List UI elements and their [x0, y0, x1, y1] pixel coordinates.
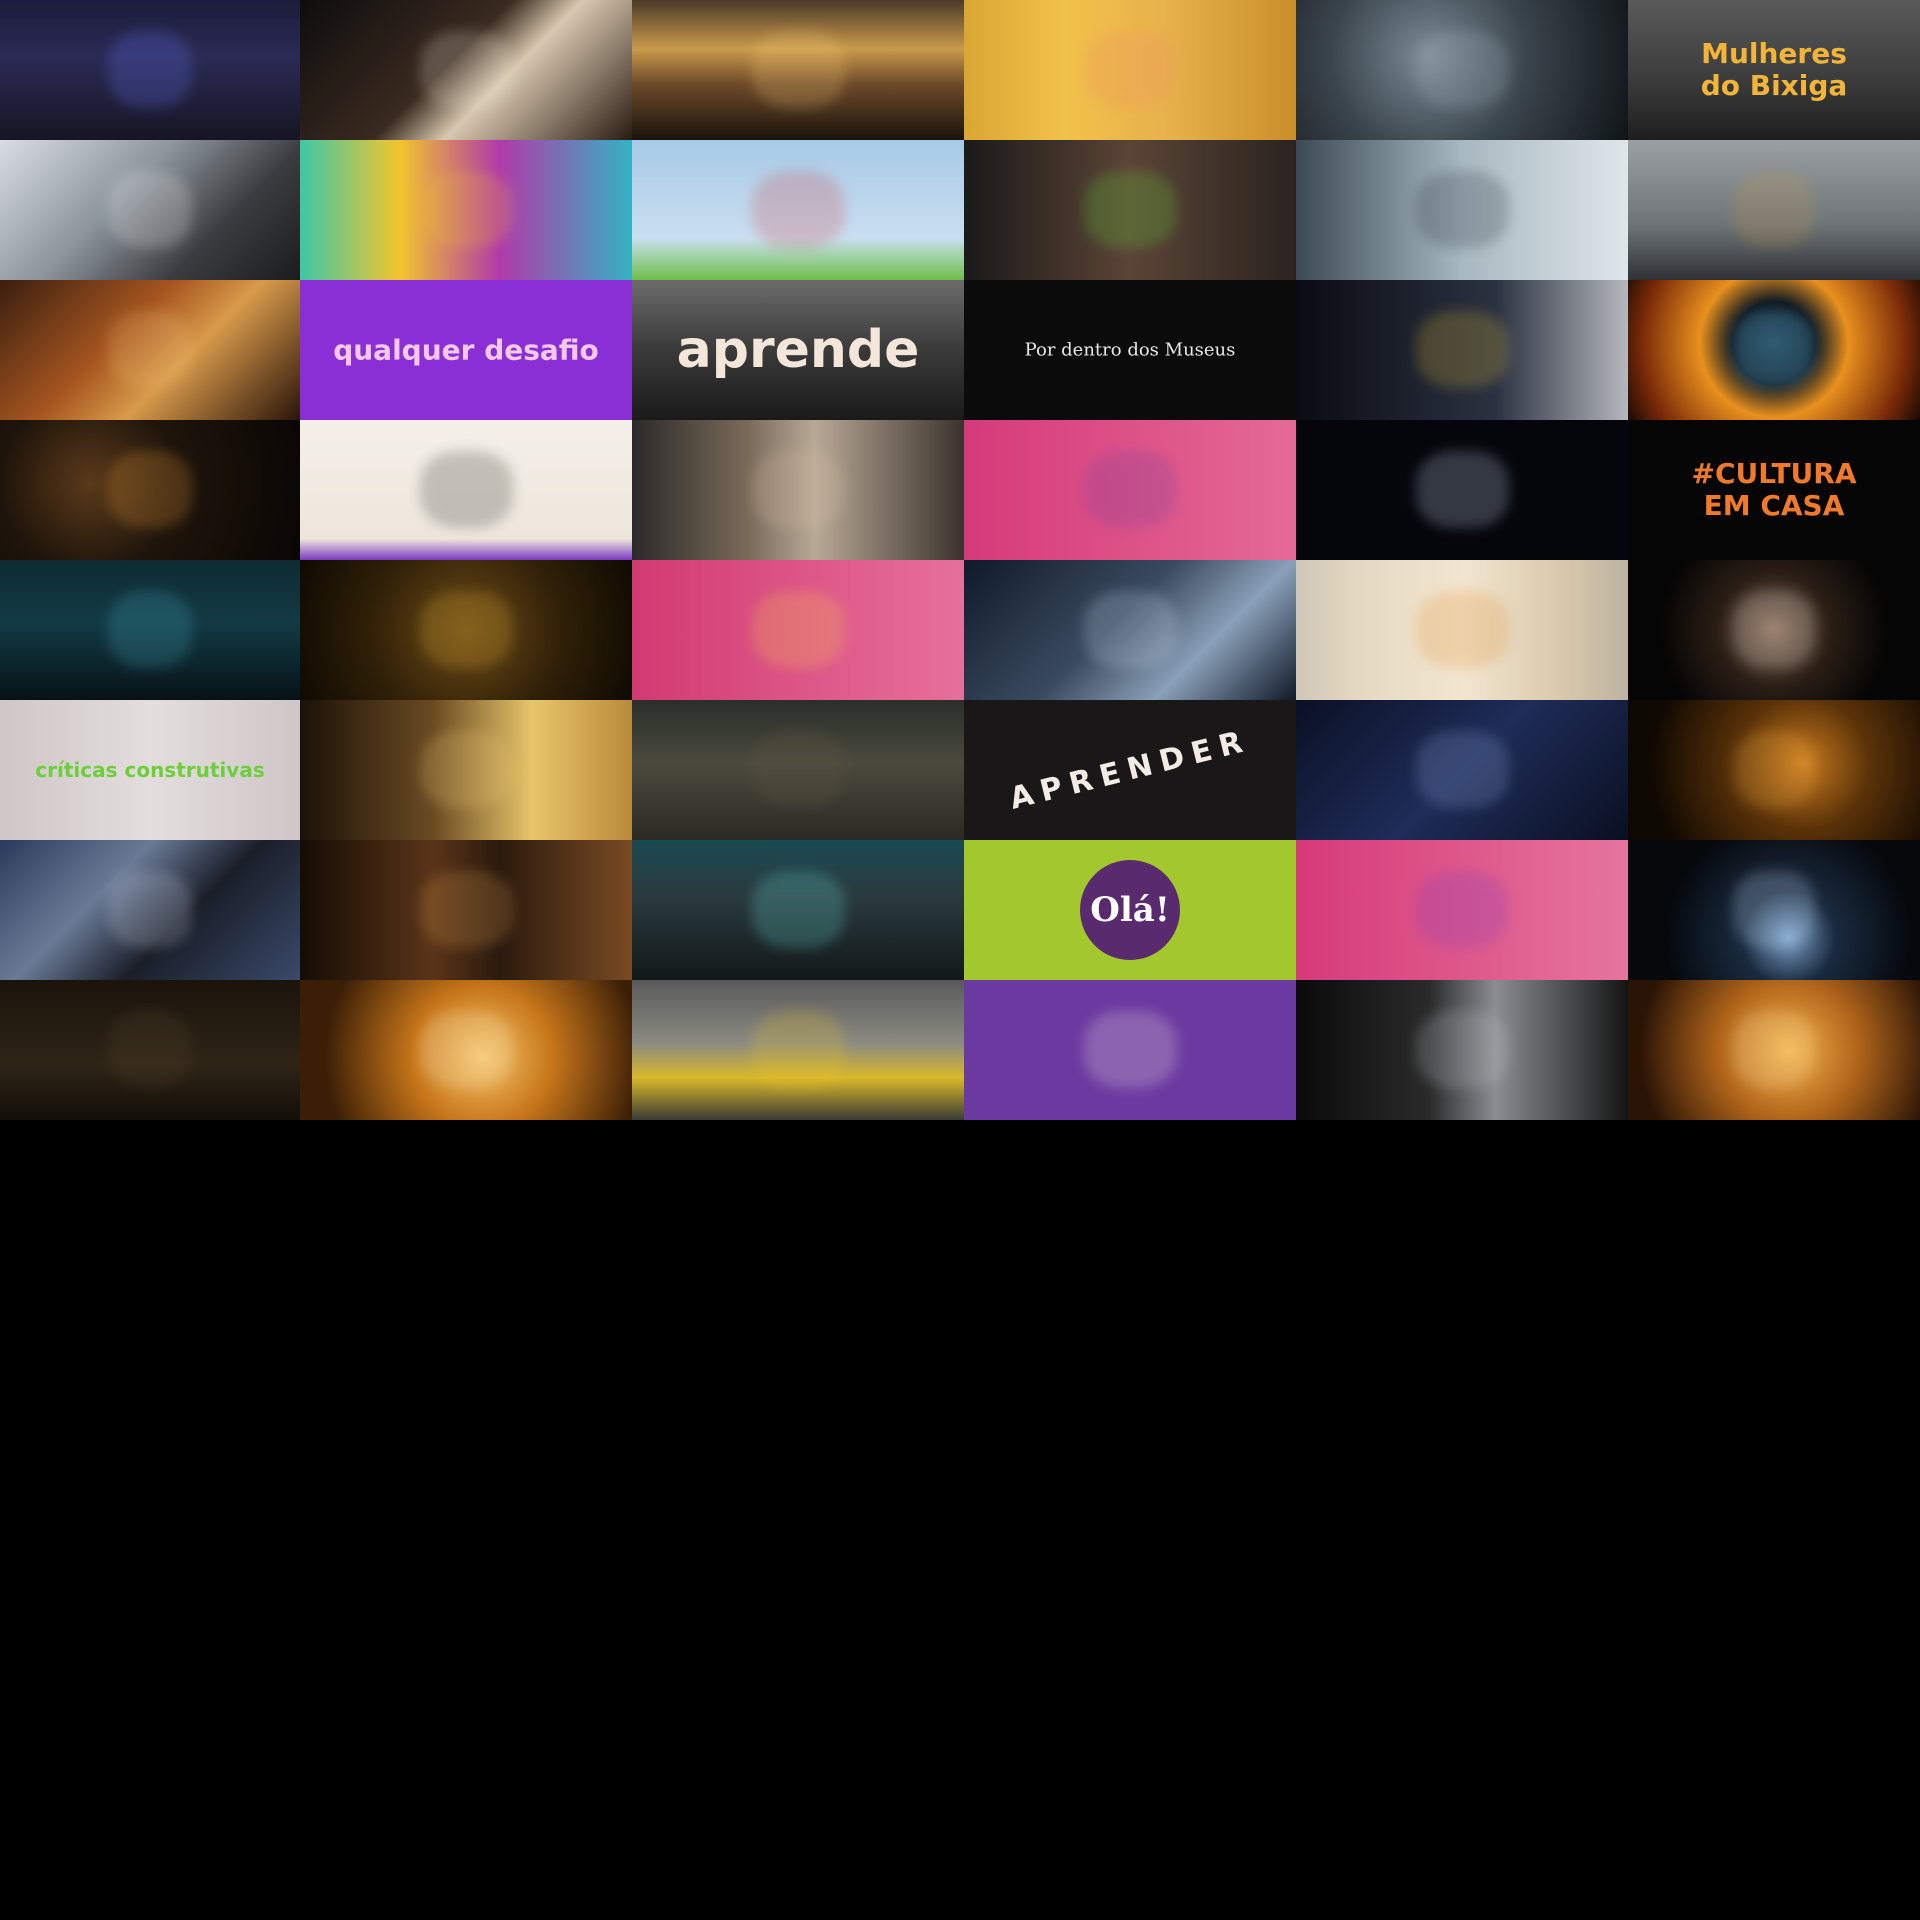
thumb-man-office[interactable] [632, 420, 964, 560]
thumb-highlight [752, 1011, 845, 1088]
thumb-highlight [1733, 311, 1815, 388]
thumb-highlight [752, 171, 845, 248]
thumb-bottle-flame-tunnel[interactable] [300, 980, 632, 1120]
thumb-pouring-drink[interactable] [0, 280, 300, 420]
thumb-astronaut-cockpit-blue[interactable] [1296, 700, 1628, 840]
thumb-highlight [1084, 171, 1177, 248]
thumb-highlight [108, 451, 192, 528]
thumb-mulheres-do-bixiga[interactable]: Mulheres do Bixiga [1628, 0, 1920, 140]
thumb-city-night-figures[interactable] [0, 560, 300, 700]
thumb-highlight [752, 31, 845, 108]
thumb-dark-cave-ground[interactable] [0, 980, 300, 1120]
thumb-highlight [420, 591, 513, 668]
thumb-screaming-man[interactable] [1628, 560, 1920, 700]
thumb-plane-cockpit-couple[interactable] [0, 140, 300, 280]
thumb-highlight [1416, 31, 1509, 108]
thumb-highlight [420, 451, 513, 528]
thumb-bottle-glove[interactable] [1296, 280, 1628, 420]
thumb-highlight [1416, 171, 1509, 248]
empty-black-area [0, 1120, 1920, 1920]
thumb-highlight [1084, 1011, 1177, 1088]
thumb-highlight [1416, 451, 1509, 528]
thumb-orchestra-flute[interactable] [300, 0, 632, 140]
thumb-astronaut-gold-visor[interactable] [1628, 140, 1920, 280]
thumb-highlight [420, 871, 513, 948]
thumb-highlight [1733, 731, 1815, 808]
thumb-highlight [752, 731, 845, 808]
thumb-lightbulb-idea[interactable] [632, 560, 964, 700]
thumb-bottle-gold-particles[interactable] [300, 560, 632, 700]
thumb-man-teal-lights[interactable] [632, 840, 964, 980]
thumb-highlight [420, 1011, 513, 1088]
thumb-yellow-alley-parade[interactable] [964, 0, 1296, 140]
thumb-criticas-construtivas[interactable]: críticas construtivas [0, 700, 300, 840]
thumb-glasses-woman-gold[interactable] [300, 700, 632, 840]
thumb-highlight [420, 731, 513, 808]
thumb-highlight [1733, 871, 1815, 948]
thumb-conference-audience[interactable] [0, 0, 300, 140]
thumb-highlight [1084, 31, 1177, 108]
thumb-astronaut-spacewalk[interactable] [0, 840, 300, 980]
thumb-wall-mural-figure[interactable] [1296, 560, 1628, 700]
thumb-highlight [1416, 731, 1509, 808]
thumb-fire-sphere[interactable] [1628, 280, 1920, 420]
thumb-sunset-plane[interactable] [632, 0, 964, 140]
thumb-highlight [108, 1011, 192, 1088]
thumb-cultura-em-casa[interactable]: #CULTURA EM CASA [1628, 420, 1920, 560]
thumb-aprender-letters[interactable]: APRENDER [964, 700, 1296, 840]
thumb-highlight [752, 451, 845, 528]
thumb-highlight [1084, 591, 1177, 668]
thumb-highlight [108, 171, 192, 248]
thumb-highlight [420, 31, 513, 108]
thumb-alien-face[interactable] [1296, 0, 1628, 140]
thumb-dark-tunnel[interactable] [0, 420, 300, 560]
thumb-neon-bottle[interactable] [1296, 420, 1628, 560]
thumbnail-grid: Mulheres do Bixiga qualquer desafio aprend… [0, 0, 1920, 1120]
thumb-highlight [108, 31, 192, 108]
thumb-por-dentro-dos-museus[interactable]: Por dentro dos Museus [964, 280, 1296, 420]
thumb-teamwork-illustration[interactable] [964, 420, 1296, 560]
thumb-highlight [1084, 451, 1177, 528]
thumb-poll-results-card[interactable] [964, 980, 1296, 1120]
thumb-highlight [420, 171, 513, 248]
thumb-cartoon-barn[interactable] [632, 140, 964, 280]
thumb-singer-band[interactable] [300, 840, 632, 980]
thumb-highlight [1733, 591, 1815, 668]
thumb-virada-online[interactable] [300, 140, 632, 280]
thumb-aprende[interactable]: aprende [632, 280, 964, 420]
thumb-highlight [108, 871, 192, 948]
thumb-ola-circle[interactable]: Olá! [964, 840, 1296, 980]
thumb-robot-suit-city[interactable] [1296, 980, 1628, 1120]
thumb-highlight [1733, 1011, 1815, 1088]
thumb-highlight [108, 591, 192, 668]
thumb-bottle-blue-beam[interactable] [1628, 840, 1920, 980]
thumb-highlight [1416, 311, 1509, 388]
thumb-potato-rock[interactable] [632, 700, 964, 840]
thumb-highlight [1416, 871, 1509, 948]
thumb-highlight [752, 591, 845, 668]
thumb-treinar-eye[interactable] [964, 140, 1296, 280]
thumb-qualquer-desafio[interactable]: qualquer desafio [300, 280, 632, 420]
thumb-highlight [1733, 171, 1815, 248]
thumb-highlight [1416, 1011, 1509, 1088]
thumb-bottle-amber-closeup[interactable] [1628, 980, 1920, 1120]
thumb-highlight [1416, 591, 1509, 668]
thumb-laptop-chat-illustration[interactable] [1296, 840, 1628, 980]
thumb-masked-face-sketch[interactable] [300, 420, 632, 560]
thumb-bottle-amber-glow[interactable] [1628, 700, 1920, 840]
thumb-man-drinking-lab[interactable] [1296, 140, 1628, 280]
thumb-highlight [108, 311, 192, 388]
thumb-pilot-helmet[interactable] [964, 560, 1296, 700]
thumb-highlight [752, 871, 845, 948]
thumb-yellow-bridge-trees[interactable] [632, 980, 964, 1120]
